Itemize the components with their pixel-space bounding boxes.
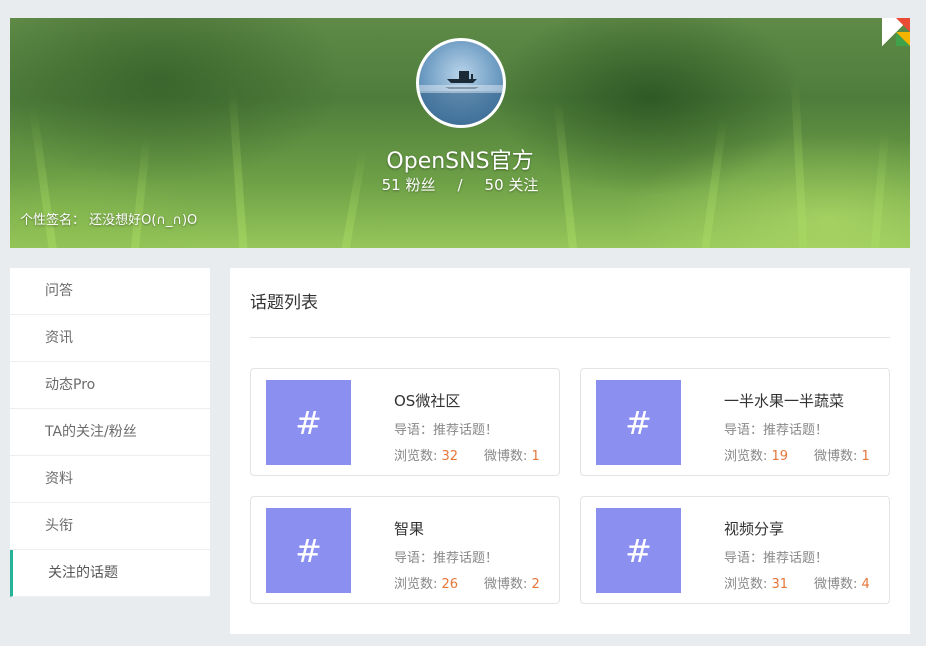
fans-label[interactable]: 粉丝 <box>405 176 435 194</box>
title-divider <box>250 337 890 338</box>
profile-name: OpenSNS官方 <box>386 149 534 174</box>
posts-label: 微博数: <box>814 577 858 592</box>
posts-label: 微博数: <box>484 449 528 464</box>
corner-badge-icon[interactable] <box>882 18 910 46</box>
profile-signature: 个性签名： 还没想好O(∩_∩)O <box>20 213 198 228</box>
topic-card[interactable]: # OS微社区 导语：推荐话题！ 浏览数: 32 微博数: 1 <box>250 368 560 476</box>
fans-count[interactable]: 51 <box>382 176 401 194</box>
topic-intro: 导语：推荐话题！ <box>724 423 829 438</box>
topic-stats: 浏览数: 26 微博数: 2 <box>394 573 540 592</box>
avatar[interactable] <box>416 38 506 128</box>
profile-sidebar: 问答 资讯 动态Pro TA的关注/粉丝 资料 头衔 关注的话题 <box>10 268 210 597</box>
sidebar-item-feed-pro[interactable]: 动态Pro <box>10 362 210 409</box>
posts-count: 2 <box>531 577 540 592</box>
profile-stats: 51 粉丝 / 50 关注 <box>10 174 910 195</box>
topic-card[interactable]: # 视频分享 导语：推荐话题！ 浏览数: 31 微博数: 4 <box>580 496 890 604</box>
hashtag-icon[interactable]: # <box>596 508 681 593</box>
topic-name[interactable]: OS微社区 <box>394 390 460 411</box>
profile-banner: OpenSNS官方 51 粉丝 / 50 关注 个性签名： 还没想好O(∩_∩)O <box>10 18 910 248</box>
topic-stats: 浏览数: 31 微博数: 4 <box>724 573 870 592</box>
topic-intro: 导语：推荐话题！ <box>394 423 499 438</box>
hashtag-icon[interactable]: # <box>596 380 681 465</box>
views-label: 浏览数: <box>394 577 438 592</box>
topic-name[interactable]: 一半水果一半蔬菜 <box>724 390 844 411</box>
topic-intro: 导语：推荐话题！ <box>394 551 499 566</box>
posts-count: 1 <box>531 449 540 464</box>
hashtag-icon[interactable]: # <box>266 508 351 593</box>
sidebar-item-titles[interactable]: 头衔 <box>10 503 210 550</box>
views-label: 浏览数: <box>394 449 438 464</box>
sidebar-item-followed-topics[interactable]: 关注的话题 <box>10 550 210 597</box>
topic-name[interactable]: 智果 <box>394 518 424 539</box>
sidebar-item-profile-info[interactable]: 资料 <box>10 456 210 503</box>
page-title: 话题列表 <box>250 293 318 313</box>
boat-on-lake-image <box>419 71 503 125</box>
topic-intro: 导语：推荐话题！ <box>724 551 829 566</box>
views-count: 32 <box>441 449 459 464</box>
sidebar-item-news[interactable]: 资讯 <box>10 315 210 362</box>
views-count: 31 <box>771 577 789 592</box>
hashtag-icon[interactable]: # <box>266 380 351 465</box>
topic-list-panel: 话题列表 # OS微社区 导语：推荐话题！ 浏览数: 32 微博数: 1 # 一… <box>230 268 910 634</box>
posts-count: 1 <box>861 449 870 464</box>
posts-count: 4 <box>861 577 870 592</box>
follow-count[interactable]: 50 <box>485 176 504 194</box>
topic-stats: 浏览数: 32 微博数: 1 <box>394 445 540 464</box>
posts-label: 微博数: <box>814 449 858 464</box>
follow-label[interactable]: 关注 <box>508 176 538 194</box>
topic-stats: 浏览数: 19 微博数: 1 <box>724 445 870 464</box>
topic-card[interactable]: # 智果 导语：推荐话题！ 浏览数: 26 微博数: 2 <box>250 496 560 604</box>
topic-name[interactable]: 视频分享 <box>724 518 784 539</box>
stats-separator: / <box>457 176 463 194</box>
topic-card[interactable]: # 一半水果一半蔬菜 导语：推荐话题！ 浏览数: 19 微博数: 1 <box>580 368 890 476</box>
views-count: 19 <box>771 449 789 464</box>
views-label: 浏览数: <box>724 449 768 464</box>
sidebar-item-follow-fans[interactable]: TA的关注/粉丝 <box>10 409 210 456</box>
views-count: 26 <box>441 577 459 592</box>
views-label: 浏览数: <box>724 577 768 592</box>
posts-label: 微博数: <box>484 577 528 592</box>
sidebar-item-qa[interactable]: 问答 <box>10 268 210 315</box>
